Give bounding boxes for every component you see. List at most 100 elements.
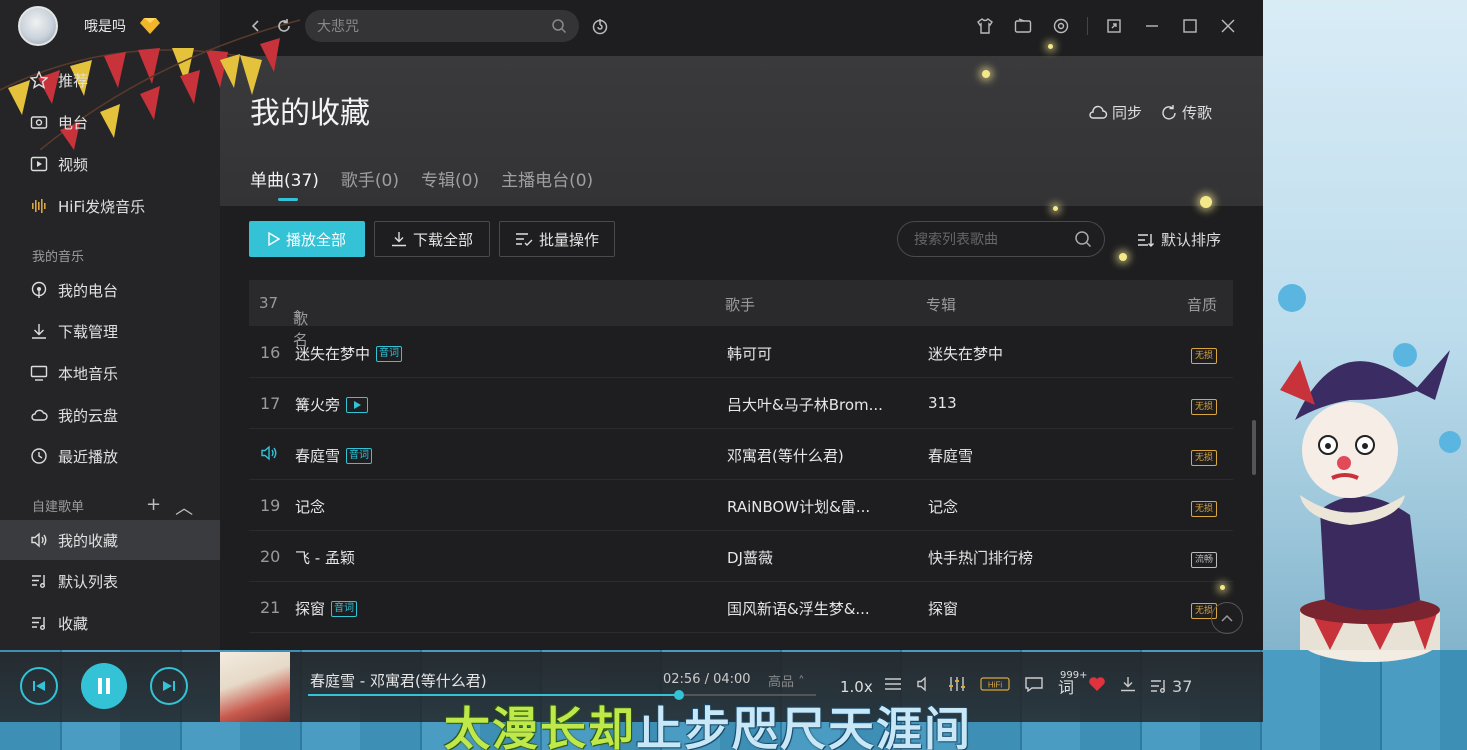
now-playing-title[interactable]: 春庭雪 - 邓寓君(等什么君): [310, 670, 487, 691]
skin-icon[interactable]: [973, 14, 997, 38]
sidebar-item-my-radio[interactable]: 我的电台: [0, 270, 220, 310]
album-cell[interactable]: 313: [928, 394, 957, 412]
heart-icon[interactable]: [1088, 676, 1106, 696]
sidebar-item-label: 下载管理: [58, 322, 119, 341]
sidebar-item-hifi[interactable]: HiFi发烧音乐: [0, 186, 220, 226]
play-all-button[interactable]: 播放全部: [249, 221, 365, 257]
maximize-icon[interactable]: [1178, 14, 1202, 38]
sidebar-item-downloads[interactable]: 下载管理: [0, 311, 220, 351]
album-cover[interactable]: [220, 652, 290, 722]
album-cell[interactable]: 迷失在梦中: [928, 343, 1003, 364]
close-icon[interactable]: [1216, 14, 1240, 38]
sidebar-item-collection[interactable]: 收藏: [0, 603, 220, 643]
quality-badge: 无损: [1191, 399, 1218, 415]
sync-button[interactable]: 同步: [1088, 102, 1142, 123]
artist-cell[interactable]: DJ蔷薇: [727, 547, 773, 568]
search-input[interactable]: 大悲咒: [305, 10, 579, 42]
collapse-icon[interactable]: ︿: [175, 494, 193, 520]
quality-badge: 流畅: [1191, 552, 1218, 568]
song-title-cell[interactable]: 迷失在梦中 音词: [295, 343, 403, 364]
album-cell[interactable]: 探窗: [928, 598, 958, 619]
table-row[interactable]: 21 探窗 音词 国风新语&浮生梦&... 探窗 无损: [249, 583, 1233, 633]
comment-icon[interactable]: [1024, 676, 1044, 696]
sidebar-item-label: 本地音乐: [58, 364, 119, 383]
table-row[interactable]: 19 记念 RAiNBOW计划&雷... 记念 无损: [249, 481, 1233, 531]
previous-button[interactable]: [20, 667, 58, 705]
tab-artists[interactable]: 歌手(0): [341, 166, 399, 201]
album-cell[interactable]: 春庭雪: [928, 445, 973, 466]
search-icon[interactable]: [1074, 230, 1092, 248]
minimize-icon[interactable]: [1140, 14, 1164, 38]
section-title-my-music: 我的音乐: [32, 250, 85, 265]
album-cell[interactable]: 记念: [928, 496, 958, 517]
quality-label: 高品: [768, 675, 795, 690]
mini-mode-icon[interactable]: [1102, 14, 1126, 38]
sidebar-item-favorites[interactable]: 我的收藏: [0, 520, 220, 560]
artist-cell[interactable]: 国风新语&浮生梦&...: [727, 598, 870, 619]
music-recognition-icon[interactable]: [588, 14, 612, 38]
next-button[interactable]: [150, 667, 188, 705]
pause-button[interactable]: [81, 663, 127, 709]
download-icon[interactable]: [1120, 676, 1136, 696]
scrollbar[interactable]: [1252, 420, 1256, 475]
tab-radio[interactable]: 主播电台(0): [501, 166, 593, 201]
download-all-button[interactable]: 下载全部: [374, 221, 490, 257]
sidebar-item-local-music[interactable]: 本地音乐: [0, 353, 220, 393]
sidebar-item-default-list[interactable]: 默认列表: [0, 561, 220, 601]
settings-icon[interactable]: [1049, 14, 1073, 38]
artist-cell[interactable]: 吕大叶&马子林Brom...: [727, 394, 883, 415]
mv-icon[interactable]: [346, 396, 369, 413]
song-title-cell[interactable]: 飞 - 孟颖: [295, 547, 355, 568]
username[interactable]: 哦是吗: [84, 16, 126, 36]
lyrics-badge-icon: 音词: [331, 600, 358, 617]
quality-header: 音质: [1187, 296, 1218, 314]
playlist-button[interactable]: 37: [1150, 677, 1192, 696]
search-icon[interactable]: [551, 18, 567, 34]
table-header: 37 歌名 ⇕ 歌手 专辑 音质: [249, 280, 1233, 349]
profile[interactable]: 哦是吗: [18, 6, 160, 46]
refresh-icon[interactable]: [272, 14, 296, 38]
add-playlist-icon[interactable]: +: [146, 494, 161, 520]
song-title-cell[interactable]: 篝火旁: [295, 394, 369, 415]
monitor-icon: [30, 364, 48, 382]
table-row[interactable]: 17 篝火旁 吕大叶&马子林Brom... 313 无损: [249, 379, 1233, 429]
sparkle-decoration: [1220, 585, 1225, 590]
album-cell[interactable]: 快手热门排行榜: [928, 547, 1033, 568]
sidebar-item-recent[interactable]: 最近播放: [0, 436, 220, 476]
playback-time: 02:56 / 04:00: [663, 672, 751, 687]
table-row[interactable]: 20 飞 - 孟颖 DJ蔷薇 快手热门排行榜 流畅: [249, 532, 1233, 582]
sidebar-item-recommend[interactable]: 推荐: [0, 60, 220, 100]
list-search-input[interactable]: 搜索列表歌曲: [897, 221, 1105, 257]
sidebar-item-radio[interactable]: 电台: [0, 102, 220, 142]
desktop-lyrics[interactable]: 太漫长却止步咫尺天涯间: [444, 693, 972, 750]
skip-previous-icon: [33, 681, 45, 691]
vip-diamond-icon[interactable]: [140, 17, 160, 35]
song-title-cell[interactable]: 春庭雪 音词: [295, 445, 373, 466]
clock-icon: [30, 447, 48, 465]
song-title-cell[interactable]: 探窗 音词: [295, 598, 358, 619]
quality-selector[interactable]: 高品 ˄: [768, 671, 805, 690]
fm-icon[interactable]: [1011, 14, 1035, 38]
back-icon[interactable]: [244, 14, 268, 38]
sidebar-item-video[interactable]: 视频: [0, 144, 220, 184]
count-header: 37: [259, 294, 279, 312]
tab-songs[interactable]: 单曲(37): [250, 166, 319, 201]
lyrics-badge-icon: 音词: [346, 447, 373, 464]
artist-cell[interactable]: 韩可可: [727, 343, 772, 364]
scroll-top-button[interactable]: [1211, 602, 1243, 634]
table-row[interactable]: 春庭雪 音词 邓寓君(等什么君) 春庭雪 无损: [249, 430, 1233, 480]
table-row[interactable]: 16 迷失在梦中 音词 韩可可 迷失在梦中 无损: [249, 328, 1233, 378]
playlist-count: 37: [1172, 676, 1193, 696]
sidebar-item-cloud[interactable]: 我的云盘: [0, 395, 220, 435]
upload-button[interactable]: 传歌: [1160, 102, 1212, 123]
sort-dropdown[interactable]: 默认排序: [1137, 229, 1221, 250]
hifi-icon[interactable]: HiFi: [980, 676, 1010, 696]
batch-operation-button[interactable]: 批量操作: [499, 221, 615, 257]
artist-cell[interactable]: RAiNBOW计划&雷...: [727, 496, 870, 517]
list-search-placeholder: 搜索列表歌曲: [914, 232, 998, 248]
artist-cell[interactable]: 邓寓君(等什么君): [727, 445, 844, 466]
song-title-cell[interactable]: 记念: [295, 496, 325, 517]
avatar[interactable]: [18, 6, 58, 46]
sparkle-decoration: [982, 70, 990, 78]
tab-albums[interactable]: 专辑(0): [421, 166, 479, 201]
